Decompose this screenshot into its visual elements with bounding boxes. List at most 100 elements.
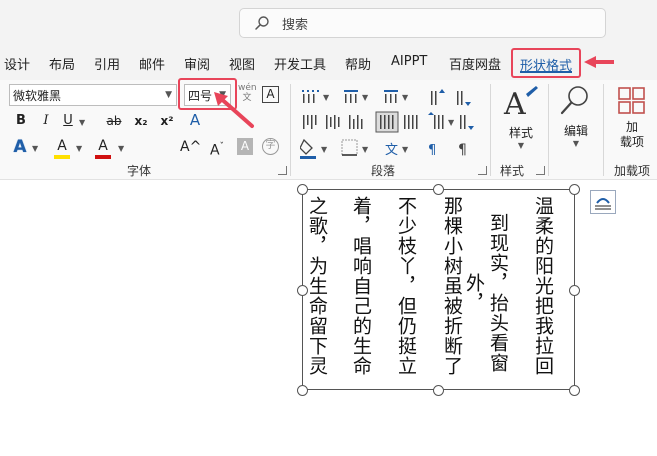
svg-text:▼: ▼ [321, 145, 328, 154]
search-icon [255, 16, 269, 30]
resize-handle-bottom-left[interactable] [297, 385, 308, 396]
addins-label-1: 加 [625, 120, 638, 134]
search-box[interactable]: 搜索 [239, 8, 606, 38]
svg-text:文: 文 [385, 143, 398, 158]
bold-button[interactable]: B [13, 111, 29, 131]
find-icon [560, 86, 588, 115]
subscript-button[interactable]: x₂ [132, 111, 150, 131]
text-effects-button[interactable]: A [11, 137, 29, 157]
style-dialog-launcher[interactable] [536, 166, 545, 175]
layout-options-icon [595, 198, 611, 210]
resize-handle-bottom-right[interactable] [569, 385, 580, 396]
resize-handle-top-right[interactable] [569, 184, 580, 195]
highlight-color-bar [54, 155, 70, 159]
styles-button[interactable]: A 样式 ▼ [500, 84, 542, 158]
multilevel-list-icon[interactable] [384, 90, 398, 103]
styles-label: 样式 [508, 126, 533, 140]
style-group-label: 样式 [500, 164, 525, 178]
svg-text:▼: ▼ [362, 93, 369, 102]
addins-label-2: 载项 [619, 135, 644, 149]
font-color-button[interactable]: A [94, 136, 112, 159]
group-divider [490, 84, 491, 176]
tab-help[interactable]: 帮助 [345, 54, 371, 73]
font-dialog-launcher[interactable] [278, 166, 287, 175]
resize-handle-left[interactable] [297, 285, 308, 296]
highlight-button[interactable]: A [53, 136, 71, 159]
enclose-char-button[interactable]: 字 [262, 138, 279, 155]
paragraph-dialog-launcher[interactable] [478, 166, 487, 175]
tab-baidu-netdisk[interactable]: 百度网盘 [449, 54, 501, 73]
character-scaling-icon[interactable]: ¶ [428, 143, 436, 158]
paragraph-group-label: 段落 [371, 164, 396, 178]
text-column: 那棵小树虽被折断了 [441, 196, 463, 376]
font-color-label: A [98, 138, 108, 154]
asian-layout-icon[interactable]: 文 [385, 143, 398, 158]
char-border-button[interactable]: A [262, 86, 279, 103]
justify-icon[interactable] [375, 111, 399, 133]
borders-icon[interactable] [341, 139, 358, 156]
show-marks-icon[interactable]: ¶ [458, 142, 467, 158]
resize-handle-top-left[interactable] [297, 184, 308, 195]
numbering-icon[interactable] [344, 90, 358, 103]
align-center-icon[interactable] [326, 115, 340, 129]
svg-text:▼: ▼ [362, 145, 369, 154]
resize-handle-top[interactable] [433, 184, 444, 195]
shrink-font-label: A [209, 142, 220, 159]
align-bottom-icon[interactable] [349, 115, 363, 129]
tab-layout[interactable]: 布局 [49, 54, 75, 73]
chevron-down-icon: ▼ [118, 144, 125, 153]
tab-shape-format[interactable]: 形状格式 [511, 48, 582, 78]
tab-references[interactable]: 引用 [94, 54, 120, 73]
svg-text:▼: ▼ [323, 93, 330, 102]
tab-aippt[interactable]: AIPPT [391, 54, 427, 69]
clear-formatting-button[interactable]: A [184, 110, 206, 130]
sort-icon[interactable] [460, 115, 474, 130]
editing-label: 编辑 [563, 124, 588, 138]
shading-icon[interactable] [300, 138, 316, 159]
resize-handle-bottom[interactable] [433, 385, 444, 396]
underline-button[interactable]: U [60, 111, 76, 131]
char-border-label: A [266, 87, 275, 101]
group-divider [603, 84, 604, 176]
chevron-down-icon: ▼ [572, 139, 580, 148]
italic-button[interactable]: I [38, 111, 54, 131]
increase-indent-icon[interactable] [457, 91, 471, 106]
group-divider [290, 84, 291, 176]
chevron-down-icon: ▼ [79, 118, 86, 127]
tab-developer[interactable]: 开发工具 [274, 54, 326, 73]
highlight-label: A [57, 138, 67, 154]
svg-text:¶: ¶ [428, 143, 436, 158]
search-placeholder: 搜索 [282, 17, 309, 33]
char-shading-button[interactable]: A [237, 138, 253, 155]
editing-button[interactable]: 编辑 ▼ [556, 84, 596, 158]
strikethrough-button[interactable]: ab [104, 111, 124, 131]
vertical-text-box[interactable]: 温柔的阳光把我拉回 到现实，抬头看窗外， 那棵小树虽被折断了 不少枝丫，但仍挺立… [302, 189, 575, 390]
pointer-arrow-icon [584, 56, 614, 68]
tab-view[interactable]: 视图 [229, 54, 255, 73]
tab-review[interactable]: 审阅 [184, 54, 210, 73]
decrease-indent-icon[interactable] [431, 89, 445, 105]
superscript-button[interactable]: x² [158, 111, 176, 131]
layout-options-button[interactable] [590, 190, 616, 214]
chevron-down-icon: ▼ [517, 141, 525, 150]
ribbon-panel: 微软雅黑 ▼ 四号 ▼ wén 文 A B I U ▼ ab x₂ x² A A… [0, 80, 657, 180]
distributed-icon[interactable] [404, 115, 418, 129]
align-top-icon[interactable] [303, 115, 317, 129]
shrink-font-button[interactable]: Aˇ [207, 137, 227, 159]
grow-font-button[interactable]: A^ [180, 137, 201, 157]
font-name-select[interactable]: 微软雅黑 ▼ [9, 84, 177, 106]
pointer-arrow-icon [214, 92, 254, 128]
tab-design[interactable]: 设计 [4, 54, 30, 73]
line-spacing-icon[interactable] [428, 112, 444, 129]
svg-text:▼: ▼ [402, 145, 409, 154]
font-color-bar [95, 155, 111, 159]
addins-icon [618, 87, 645, 114]
active-tab-underline [520, 71, 573, 73]
text-column: 着，唱响自己的生命 [350, 196, 372, 376]
addins-button[interactable]: 加 载项 [612, 86, 652, 156]
tab-mailings[interactable]: 邮件 [139, 54, 165, 73]
resize-handle-right[interactable] [569, 285, 580, 296]
svg-text:▼: ▼ [448, 118, 455, 127]
font-group-label: 字体 [127, 164, 152, 178]
bullets-icon[interactable] [302, 90, 319, 103]
